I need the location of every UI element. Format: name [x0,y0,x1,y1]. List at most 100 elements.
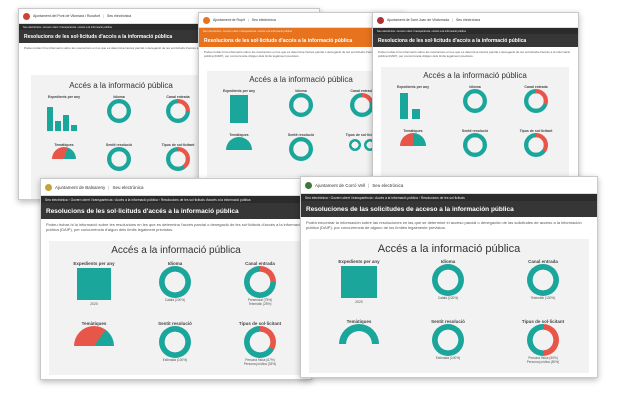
coat-of-arms-icon [203,16,210,24]
breadcrumb[interactable]: Seu electrònica › Govern obert i transpa… [41,196,311,203]
chart-sentit: Sentit resolució Estimada (100%) [145,321,205,362]
chart-label: Idioma [469,85,481,89]
donut-chart [166,147,190,171]
donut-chart [524,133,548,157]
bar-year-label: 2020 [90,302,98,306]
donut-chart [107,147,131,171]
legend-item: Català (100%) [164,298,186,302]
chart-label: Idioma [440,259,456,264]
bar-chart: 2020 [341,266,377,304]
chart-label: Canal entrada [166,95,190,99]
site-header: Ajuntament de Sant Joan de Vilatorrada |… [373,13,578,28]
org-name[interactable]: Ajuntament del Pont de Vilomara i Rocafo… [33,14,100,18]
dashboard-title: Accés a la informació pública [377,243,521,255]
intro-text: Podeu trobar-hi la informació sobre les … [46,222,303,232]
breadcrumb[interactable]: Seu electrònica › Govern obert i transpa… [301,194,597,201]
chart-sentit: Sentit resolució [279,133,323,161]
donut-chart [400,133,426,146]
donut-chart [524,89,548,113]
intro-text: Podeu trobar-hi la informació sobre les … [378,50,571,58]
chart-canal: Canal entrada Telemàtic (100%) [505,259,581,300]
chart-label: Idioma [113,95,125,99]
legend-item: Català (100%) [437,296,459,300]
chart-label: Sentit resolució [105,143,133,147]
chart-canal: Canal entrada Presencial (75%) Telemàtic… [225,261,295,306]
site-name[interactable]: Seu electrònica [456,18,480,22]
donut-chart [432,324,464,356]
chart-idioma: Idioma [279,89,323,117]
intro-text: Podrá encontrar la información sobre las… [306,220,582,230]
chart-tematiques: Temàtiques [213,133,265,150]
bar-chart [47,107,77,131]
chart-canal: Canal entrada [153,95,203,123]
chart-label: Temàtiques [403,129,423,133]
chart-expedients: Expedients per any [387,85,439,124]
donut-chart [527,324,559,356]
chart-expedients: Expedients per any 2020 [319,259,399,309]
coat-of-arms-icon [377,16,384,24]
screenshot-sant-joan: Ajuntament de Sant Joan de Vilatorrada |… [372,12,579,182]
dashboard-title: Accés a la informació pública [69,81,173,90]
donut-chart [244,326,276,358]
donut-chart [350,93,374,117]
legend-item: Persona jurídica (50%) [526,360,560,364]
chart-label: Sentit resolució [287,133,315,137]
donut-chart [159,266,191,298]
bar-chart [400,93,420,119]
page-title: Resoluciones de las solicitudes de acces… [301,201,597,217]
chart-expedients: Expedients per any [39,95,89,138]
dashboard-panel: Accés a la informació pública Expedients… [49,241,303,375]
donut-chart [289,137,313,161]
coat-of-arms-icon [23,12,30,20]
site-name[interactable]: Seu electrònica [112,185,143,190]
chart-sentit: Sentit resolució [99,143,139,171]
donut-chart [463,89,487,113]
donut-chart [244,266,276,298]
screenshot-balsareny: Ajuntament de Balsareny | Seu electrònic… [40,178,312,380]
chart-idioma: Idioma Català (100%) [413,259,483,300]
legend-item: Telemàtic (25%) [248,302,272,306]
chart-expedients: Expedients per any [213,89,265,128]
donut-chart [289,93,313,117]
coat-of-arms-icon [45,183,52,191]
chart-sentit: Sentit resolució [453,129,497,157]
site-name[interactable]: Seu electrònica [107,14,131,18]
donut-chart [74,326,114,346]
chart-sentit: Sentit resolució Estimada (100%) [413,319,483,360]
donut-chart [463,133,487,157]
legend-item: Telemàtic (100%) [530,296,556,300]
chart-label: Sentit resolució [431,319,465,324]
donut-chart [166,99,190,123]
donut-chart [52,147,76,159]
chart-label: Temàtiques [229,133,249,137]
org-name[interactable]: Ajuntament de Sant Joan de Vilatorrada [387,18,449,22]
org-name[interactable]: Ajuntament de Rupit [213,18,245,22]
chart-label: Canal entrada [245,261,275,266]
donut-chart [339,324,379,344]
bar-year-label: 2020 [355,300,363,304]
chart-tipus: Tipus de sol·licitant Persona física (67… [225,321,295,366]
screenshot-corro-vell: Ajuntament de Corró Vell | Seu electròni… [300,176,598,378]
chart-label: Tipus de sol·licitant [161,143,195,147]
site-header: Ajuntament de Corró Vell | Seu electròni… [301,177,597,194]
donut-chart [159,326,191,358]
chart-tipus: Tipus de sol·licitant [153,143,203,171]
chart-canal: Canal entrada [511,85,561,113]
org-name[interactable]: Ajuntament de Balsareny [55,185,105,190]
chart-label: Tipus de sol·licitant [238,321,282,326]
site-name[interactable]: Seu electrònica [252,18,276,22]
chart-idioma: Idioma [453,85,497,113]
chart-label: Idioma [295,89,307,93]
chart-label: Sentit resolució [158,321,192,326]
chart-tematiques: Temàtiques [59,321,129,346]
chart-label: Tipus de sol·licitant [521,319,565,324]
legend-item: Estimada (100%) [435,356,461,360]
chart-tematiques: Temàtiques [319,319,399,344]
donut-chart [107,99,131,123]
org-name[interactable]: Ajuntament de Corró Vell [315,183,365,188]
chart-tematiques: Temàtiques [39,143,89,159]
site-name[interactable]: Seu electrònica [372,183,403,188]
donut-chart [432,264,464,296]
bar-chart: 2020 [77,268,111,306]
dashboard-panel: Accés a la informació pública Expedients… [381,67,569,179]
